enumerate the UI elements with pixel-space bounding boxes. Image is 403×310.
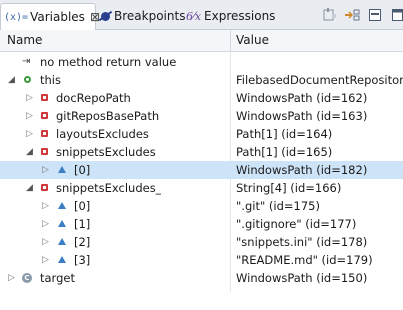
chevron-right-icon[interactable]: ▷ <box>42 161 49 179</box>
chevron-right-icon[interactable]: ▷ <box>26 89 33 107</box>
tab-expressions-label: Expressions <box>204 9 276 23</box>
variable-value: Path[1] (id=164) <box>236 127 333 141</box>
private-field-icon <box>41 184 48 191</box>
variables-icon: (x)= <box>4 11 29 23</box>
variable-value: String[4] (id=166) <box>236 181 342 195</box>
variable-value: WindowsPath (id=182) <box>236 163 368 177</box>
array-element-icon <box>58 238 66 245</box>
tab-breakpoints[interactable]: Breakpoints <box>101 3 185 29</box>
view-tab-bar: (x)= Variables ⊠ Breakpoints 6⁄x Express… <box>0 0 403 30</box>
chevron-right-icon[interactable]: ▷ <box>42 197 49 215</box>
tab-expressions[interactable]: 6⁄x Expressions <box>186 3 275 29</box>
variable-value: "README.md" (id=179) <box>236 253 373 267</box>
breakpoint-icon <box>101 11 110 21</box>
show-type-names-icon[interactable] <box>322 7 338 22</box>
variable-name: snippetsExcludes <box>56 145 156 159</box>
tree-row[interactable]: ⇥ no method return value <box>0 53 403 71</box>
variable-value: ".gitignore" (id=177) <box>236 217 357 231</box>
tree-row[interactable]: ◢ snippetsExcludes_ String[4] (id=166) <box>0 179 403 197</box>
maximize-icon[interactable] <box>389 7 403 22</box>
tree-row[interactable]: ▷ [0] ".git" (id=175) <box>0 197 403 215</box>
variable-value: WindowsPath (id=150) <box>236 271 368 285</box>
column-divider[interactable] <box>230 30 231 51</box>
chevron-right-icon[interactable]: ▷ <box>26 125 33 143</box>
variable-name: no method return value <box>40 55 177 69</box>
tree-row[interactable]: ▷ gitReposBasePath WindowsPath (id=163) <box>0 107 403 125</box>
private-field-icon <box>41 94 48 101</box>
chevron-down-icon[interactable]: ◢ <box>8 71 15 89</box>
chevron-right-icon[interactable]: ▷ <box>26 107 33 125</box>
variable-value: FilebasedDocumentRepository <box>236 73 403 87</box>
chevron-right-icon[interactable]: ▷ <box>42 233 49 251</box>
variable-name: layoutsExcludes <box>56 127 149 141</box>
private-field-icon <box>41 148 48 155</box>
variable-name: gitReposBasePath <box>56 109 160 123</box>
chevron-right-icon[interactable]: ▷ <box>42 215 49 233</box>
tab-variables[interactable]: (x)= Variables ⊠ <box>0 3 100 30</box>
tree-row-selected[interactable]: ▷ [0] WindowsPath (id=182) <box>0 161 403 179</box>
variable-name: docRepoPath <box>56 91 131 105</box>
tree-row[interactable]: ▷ [3] "README.md" (id=179) <box>0 251 403 269</box>
column-value-header[interactable]: Value <box>236 30 269 51</box>
tree-row[interactable]: ▷ docRepoPath WindowsPath (id=162) <box>0 89 403 107</box>
variable-value: ".git" (id=175) <box>236 199 320 213</box>
close-icon[interactable]: ⊠ <box>90 10 100 24</box>
tree-row[interactable]: ▷ C target WindowsPath (id=150) <box>0 269 403 287</box>
tab-breakpoints-label: Breakpoints <box>114 9 186 23</box>
tree-row[interactable]: ◢ snippetsExcludes Path[1] (id=165) <box>0 143 403 161</box>
chevron-down-icon[interactable]: ◢ <box>26 143 33 161</box>
local-variable-icon <box>24 76 31 83</box>
variable-name: [0] <box>74 163 91 177</box>
tree-row[interactable]: ◢ this FilebasedDocumentRepository <box>0 71 403 89</box>
variable-name: snippetsExcludes_ <box>56 181 162 195</box>
tree-row[interactable]: ▷ [1] ".gitignore" (id=177) <box>0 215 403 233</box>
collapse-all-icon[interactable] <box>344 7 360 22</box>
array-element-icon <box>58 256 66 263</box>
tree-row[interactable]: ▷ [2] "snippets.ini" (id=178) <box>0 233 403 251</box>
variable-name: [2] <box>74 235 91 249</box>
chevron-right-icon[interactable]: ▷ <box>8 269 15 287</box>
array-element-icon <box>58 202 66 209</box>
variable-name: this <box>40 73 61 87</box>
variable-name: [3] <box>74 253 91 267</box>
array-element-icon <box>58 220 66 227</box>
static-field-icon: C <box>22 273 32 283</box>
variable-value: WindowsPath (id=162) <box>236 91 368 105</box>
variable-name: target <box>40 271 75 285</box>
variable-value: "snippets.ini" (id=178) <box>236 235 368 249</box>
private-field-icon <box>41 112 48 119</box>
chevron-right-icon[interactable]: ▷ <box>42 251 49 269</box>
minimize-icon[interactable] <box>367 7 383 22</box>
variable-value: Path[1] (id=165) <box>236 145 333 159</box>
variable-value: WindowsPath (id=163) <box>236 109 368 123</box>
private-field-icon <box>41 130 48 137</box>
chevron-down-icon[interactable]: ◢ <box>26 179 33 197</box>
column-name-header[interactable]: Name <box>7 30 42 51</box>
tab-variables-label: Variables <box>30 10 85 24</box>
variable-name: [1] <box>74 217 91 231</box>
array-element-icon <box>58 166 66 173</box>
tree-row[interactable]: ▷ layoutsExcludes Path[1] (id=164) <box>0 125 403 143</box>
variable-name: [0] <box>74 199 91 213</box>
column-header: Name Value <box>0 30 403 52</box>
expressions-icon: 6⁄x <box>186 9 202 23</box>
method-return-icon: ⇥ <box>22 56 31 67</box>
